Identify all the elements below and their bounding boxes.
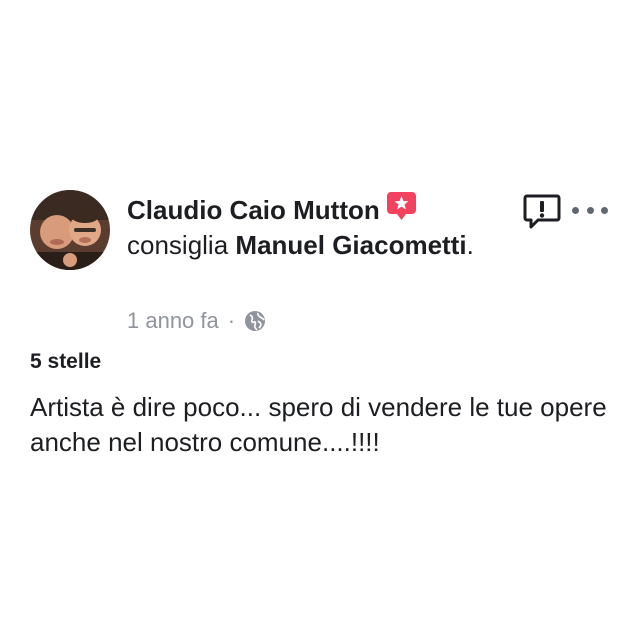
globe-icon[interactable] [244, 310, 266, 332]
review-text: Artista è dire poco... spero di vendere … [30, 392, 607, 457]
post-meta: 1 anno fa · [127, 307, 266, 335]
period: . [466, 230, 474, 260]
author-name[interactable]: Claudio Caio Mutton [127, 195, 380, 225]
post-header: Claudio Caio Mutton consiglia Manuel Gia… [127, 191, 507, 263]
report-icon[interactable] [523, 193, 561, 231]
rating-text: 5 stelle [30, 350, 102, 373]
more-dot [572, 206, 579, 214]
review-post: Claudio Caio Mutton consiglia Manuel Gia… [0, 0, 640, 640]
more-options-icon[interactable] [572, 202, 608, 218]
avatar[interactable] [30, 190, 110, 270]
more-dot [601, 206, 608, 214]
page-name-link[interactable]: Manuel Giacometti [235, 230, 466, 260]
timestamp[interactable]: 1 anno fa [127, 308, 219, 334]
more-dot [586, 206, 594, 214]
recommend-star-badge-icon [386, 191, 417, 221]
recommends-text: consiglia [127, 230, 229, 260]
meta-separator: · [227, 308, 236, 333]
avatar-photo [30, 190, 110, 270]
